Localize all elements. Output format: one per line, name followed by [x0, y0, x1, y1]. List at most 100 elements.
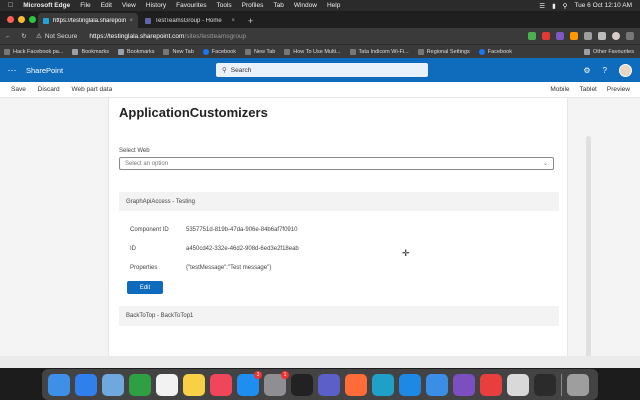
system-preferences-icon[interactable]: 1: [264, 370, 289, 396]
bookmark-item[interactable]: New Tab: [244, 48, 275, 55]
bookmark-label: How To Use Multi...: [293, 48, 341, 55]
close-tab-icon[interactable]: ×: [129, 18, 133, 24]
mobile-preview-button[interactable]: Mobile: [550, 86, 569, 93]
postman-icon[interactable]: [345, 373, 367, 396]
bookmark-item[interactable]: Regional Settings: [417, 48, 470, 55]
menu-app-name[interactable]: Microsoft Edge: [23, 2, 70, 9]
desktop-dock-area: 31: [0, 368, 640, 400]
search-input[interactable]: ⚲ Search: [216, 63, 428, 77]
browser-tab-sharepoint[interactable]: https://testinglala.sharepoint... ×: [38, 13, 138, 28]
bookmark-folder[interactable]: Bookmarks: [117, 48, 155, 55]
folder-icon: [117, 48, 124, 55]
anydesk-icon[interactable]: [480, 373, 502, 396]
browser-tab-teams-group[interactable]: TestTeamsGroup - Home ×: [140, 13, 240, 28]
menu-tools[interactable]: Tools: [216, 2, 231, 9]
azure-data-studio-icon[interactable]: [426, 373, 448, 396]
discard-button[interactable]: Discard: [38, 86, 60, 93]
menu-profiles[interactable]: Profiles: [242, 2, 264, 9]
extension-icon[interactable]: [570, 32, 578, 40]
trash-icon[interactable]: [567, 373, 589, 396]
script-editor-icon[interactable]: [507, 373, 529, 396]
dropdown-placeholder: Select an option: [125, 160, 169, 167]
bookmark-item[interactable]: Tata Indicom Wi-Fi...: [349, 48, 409, 55]
preview-icon[interactable]: [102, 373, 124, 396]
edit-button[interactable]: Edit: [127, 281, 163, 294]
detail-key: ID: [130, 246, 136, 252]
terminal-icon[interactable]: [291, 373, 313, 396]
move-cursor-icon: ✛: [402, 248, 410, 258]
bookmark-item[interactable]: New Tab: [163, 48, 194, 55]
detail-value: {"testMessage":"Test message"}: [186, 265, 272, 271]
facetime-icon[interactable]: [129, 373, 151, 396]
extension-icon[interactable]: [542, 32, 550, 40]
bookmark-folder[interactable]: Bookmarks: [72, 48, 109, 55]
tab-label: https://testinglala.sharepoint...: [53, 17, 127, 24]
visual-studio-icon[interactable]: [453, 373, 475, 396]
vscode-icon[interactable]: [399, 373, 421, 396]
app-launcher-icon[interactable]: ⋯: [0, 65, 24, 76]
user-avatar[interactable]: [619, 63, 632, 77]
macos-menu-bar:  Microsoft Edge File Edit View History …: [0, 0, 640, 11]
settings-gear-icon[interactable]: ⚙: [583, 66, 590, 75]
menu-tab[interactable]: Tab: [273, 2, 283, 9]
new-tab-button[interactable]: +: [242, 16, 259, 28]
menu-help[interactable]: Help: [327, 2, 340, 9]
facebook-icon: [202, 48, 209, 55]
select-web-dropdown[interactable]: Select an option ⌄: [119, 157, 554, 170]
refresh-icon[interactable]: ↻: [16, 32, 32, 40]
menu-edit[interactable]: Edit: [101, 2, 112, 9]
bookmark-label: Bookmarks: [126, 48, 155, 55]
music-icon[interactable]: [210, 373, 232, 396]
back-icon[interactable]: ←: [0, 33, 16, 40]
customizer-section-header[interactable]: BackToTop - BackToTop1: [119, 306, 559, 326]
page-scrollbar[interactable]: [586, 136, 591, 358]
save-button[interactable]: Save: [11, 86, 26, 93]
bookmark-item[interactable]: How To Use Multi...: [284, 48, 341, 55]
spotlight-icon[interactable]: ⚲: [563, 2, 568, 10]
customizer-section-header[interactable]: GraphApiAccess - Testing: [119, 192, 559, 212]
battery-icon[interactable]: ▮: [552, 2, 556, 10]
web-part-data-button[interactable]: Web part data: [72, 86, 113, 93]
menu-file[interactable]: File: [80, 2, 90, 9]
teams-icon[interactable]: [318, 373, 340, 396]
address-field[interactable]: ⚠ Not Secure https://testinglala.sharepo…: [36, 32, 296, 41]
apple-icon[interactable]: : [8, 2, 13, 9]
extension-icon[interactable]: [528, 32, 536, 40]
page-icon: [4, 48, 10, 55]
favorites-icon[interactable]: [584, 32, 592, 40]
detail-row-properties: Properties {"testMessage":"Test message"…: [130, 265, 271, 271]
menu-favourites[interactable]: Favourites: [176, 2, 206, 9]
tablet-preview-button[interactable]: Tablet: [580, 86, 597, 93]
sharepoint-title[interactable]: SharePoint: [26, 66, 63, 75]
collections-icon[interactable]: [598, 32, 606, 40]
calendar-icon[interactable]: [156, 373, 178, 396]
detail-key: Component ID: [130, 227, 169, 233]
profile-avatar[interactable]: [612, 32, 620, 40]
other-favourites-folder[interactable]: Other Favourites: [584, 48, 634, 55]
zoom-window-button[interactable]: [29, 16, 36, 23]
help-icon[interactable]: ?: [603, 66, 607, 75]
edge-icon[interactable]: [372, 373, 394, 396]
notes-icon[interactable]: [183, 373, 205, 396]
extension-icon[interactable]: [556, 32, 564, 40]
preview-button[interactable]: Preview: [607, 86, 630, 93]
menubar-clock[interactable]: Tue 6 Oct 12:10 AM: [574, 2, 632, 9]
wifi-icon[interactable]: ☰: [539, 2, 545, 10]
folder-icon: [72, 48, 79, 55]
menu-view[interactable]: View: [122, 2, 136, 9]
address-bar-row: ← ↻ ⚠ Not Secure https://testinglala.sha…: [0, 28, 640, 44]
close-tab-icon[interactable]: ×: [231, 18, 235, 24]
menu-history[interactable]: History: [146, 2, 166, 9]
bookmark-item[interactable]: Hack Facebook pa...: [4, 48, 63, 55]
window-controls: [7, 16, 40, 23]
app-store-icon[interactable]: 3: [237, 370, 262, 396]
finder-icon[interactable]: [48, 373, 70, 396]
bookmark-item[interactable]: Facebook: [478, 48, 512, 55]
obs-icon[interactable]: [534, 373, 556, 396]
close-window-button[interactable]: [7, 16, 14, 23]
bookmark-item[interactable]: Facebook: [202, 48, 236, 55]
safari-icon[interactable]: [75, 373, 97, 396]
more-options-icon[interactable]: [626, 32, 634, 40]
menu-window[interactable]: Window: [294, 2, 317, 9]
minimize-window-button[interactable]: [18, 16, 25, 23]
